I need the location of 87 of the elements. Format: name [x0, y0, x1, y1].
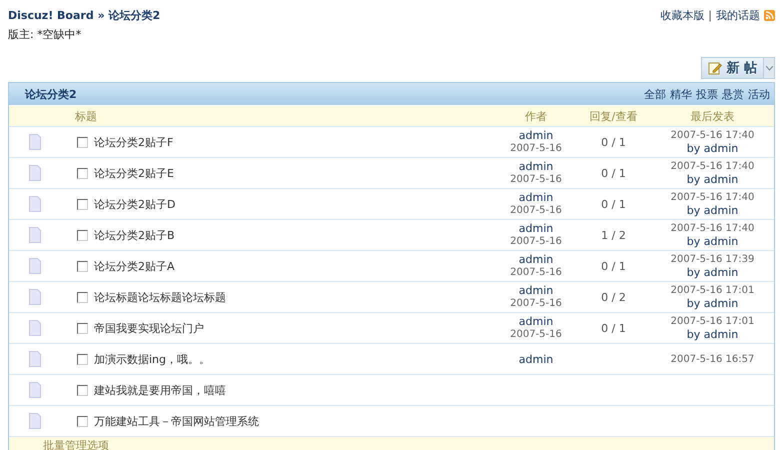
- thread-title-link[interactable]: 帝国我要实现论坛门户: [94, 320, 204, 336]
- column-header: 回复/查看: [590, 108, 638, 124]
- dropdown-button[interactable]: [764, 57, 775, 79]
- caret-icon: [766, 66, 772, 70]
- column-header: 标题: [74, 108, 97, 124]
- checkbox[interactable]: [77, 292, 88, 302]
- moderator-text: 版主: *空缺中*: [8, 27, 82, 42]
- last-post-author[interactable]: by admin: [686, 297, 738, 310]
- last-post-author[interactable]: by admin: [686, 173, 738, 186]
- thread-title-link[interactable]: 论坛分类2贴子E: [94, 166, 174, 180]
- thread-title-link[interactable]: 论坛分类2贴子D: [94, 196, 176, 212]
- document-icon: [29, 196, 41, 212]
- post-date: 2007-5-16: [510, 173, 562, 186]
- checkbox[interactable]: [77, 198, 88, 210]
- last-post-time: 2007-5-16 17:40: [670, 160, 754, 173]
- checkbox[interactable]: [77, 322, 88, 334]
- forum-title: 论坛分类2: [25, 86, 77, 102]
- checkbox[interactable]: [77, 416, 88, 426]
- post-date: 2007-5-16: [510, 235, 562, 248]
- filter-link[interactable]: 精华: [670, 86, 692, 102]
- checkbox[interactable]: [77, 168, 88, 178]
- filter-link[interactable]: 全部: [644, 86, 666, 102]
- document-icon: [29, 227, 41, 243]
- last-post-time: 2007-5-16 17:01: [670, 284, 754, 297]
- last-post-time: 2007-5-16 17:01: [670, 315, 754, 328]
- filter-link[interactable]: 活动: [748, 86, 770, 102]
- author-link[interactable]: admin: [518, 222, 554, 235]
- thread-title-link[interactable]: 论坛标题论坛标题论坛标题: [94, 290, 226, 304]
- author-link[interactable]: admin: [518, 253, 554, 266]
- column-header: 作者: [525, 108, 547, 124]
- reply-view-count: 0 / 1: [601, 260, 626, 272]
- reply-view-count: 1 / 2: [601, 228, 626, 242]
- checkbox[interactable]: [77, 230, 88, 240]
- document-icon: [29, 351, 41, 367]
- thread-title-link[interactable]: 论坛分类2贴子A: [94, 258, 175, 274]
- last-post-author[interactable]: by admin: [686, 204, 738, 217]
- document-icon: [29, 413, 41, 429]
- link-separator: |: [708, 9, 712, 22]
- checkbox[interactable]: [77, 384, 88, 396]
- reply-view-count: 0 / 1: [601, 136, 626, 148]
- thread-title-link[interactable]: 加演示数据ing，哦。。: [94, 352, 210, 366]
- top-link[interactable]: 我的话题: [716, 8, 760, 23]
- post-date: 2007-5-16: [510, 142, 562, 155]
- top-link[interactable]: 收藏本版: [660, 8, 704, 23]
- thread-title-link[interactable]: 论坛分类2贴子F: [94, 134, 174, 150]
- document-icon: [29, 382, 41, 398]
- author-link[interactable]: admin: [518, 352, 554, 366]
- filter-link[interactable]: 投票: [696, 86, 718, 102]
- post-date: 2007-5-16: [510, 204, 562, 217]
- post-date: 2007-5-16: [510, 328, 562, 341]
- author-link[interactable]: admin: [518, 129, 554, 142]
- reply-view-count: 0 / 2: [601, 290, 626, 304]
- filter-link[interactable]: 悬赏: [722, 86, 744, 102]
- document-icon: [29, 134, 41, 150]
- document-icon: [29, 258, 41, 274]
- reply-view-count: 0 / 1: [601, 322, 626, 334]
- author-link[interactable]: admin: [518, 284, 554, 297]
- breadcrumb: Discuz! Board » 论坛分类2: [8, 8, 160, 23]
- pencil-note-icon: [708, 61, 722, 75]
- thread-title-link[interactable]: 建站我就是要用帝国，嘻嘻: [94, 382, 226, 398]
- reply-view-count: 0 / 1: [601, 198, 626, 210]
- author-link[interactable]: admin: [518, 160, 554, 173]
- column-header: 最后发表: [690, 108, 734, 124]
- document-icon: [29, 165, 41, 181]
- last-post-time: 2007-5-16 16:57: [670, 352, 754, 366]
- last-post-time: 2007-5-16 17:40: [670, 129, 754, 142]
- author-link[interactable]: admin: [518, 315, 554, 328]
- thread-title-link[interactable]: 万能建站工具－帝国网站管理系统: [94, 414, 259, 428]
- post-date: 2007-5-16: [510, 266, 562, 279]
- last-post-time: 2007-5-16 17:40: [670, 191, 754, 204]
- last-post-author[interactable]: by admin: [686, 266, 738, 279]
- document-icon: [29, 289, 41, 305]
- new-post-button[interactable]: 新 帖: [701, 57, 764, 79]
- last-post-time: 2007-5-16 17:40: [670, 222, 754, 235]
- checkbox[interactable]: [77, 354, 88, 364]
- checkbox[interactable]: [77, 136, 88, 148]
- post-date: 2007-5-16: [510, 297, 562, 310]
- reply-view-count: 0 / 1: [601, 166, 626, 180]
- last-post-time: 2007-5-16 17:39: [670, 253, 754, 266]
- batch-options-text: 批量管理选项: [43, 438, 109, 450]
- checkbox[interactable]: [77, 260, 88, 272]
- thread-title-link[interactable]: 论坛分类2贴子B: [94, 228, 175, 242]
- last-post-author[interactable]: by admin: [686, 142, 738, 155]
- last-post-author[interactable]: by admin: [686, 235, 738, 248]
- document-icon: [29, 320, 41, 336]
- author-link[interactable]: admin: [518, 191, 554, 204]
- last-post-author[interactable]: by admin: [686, 328, 738, 341]
